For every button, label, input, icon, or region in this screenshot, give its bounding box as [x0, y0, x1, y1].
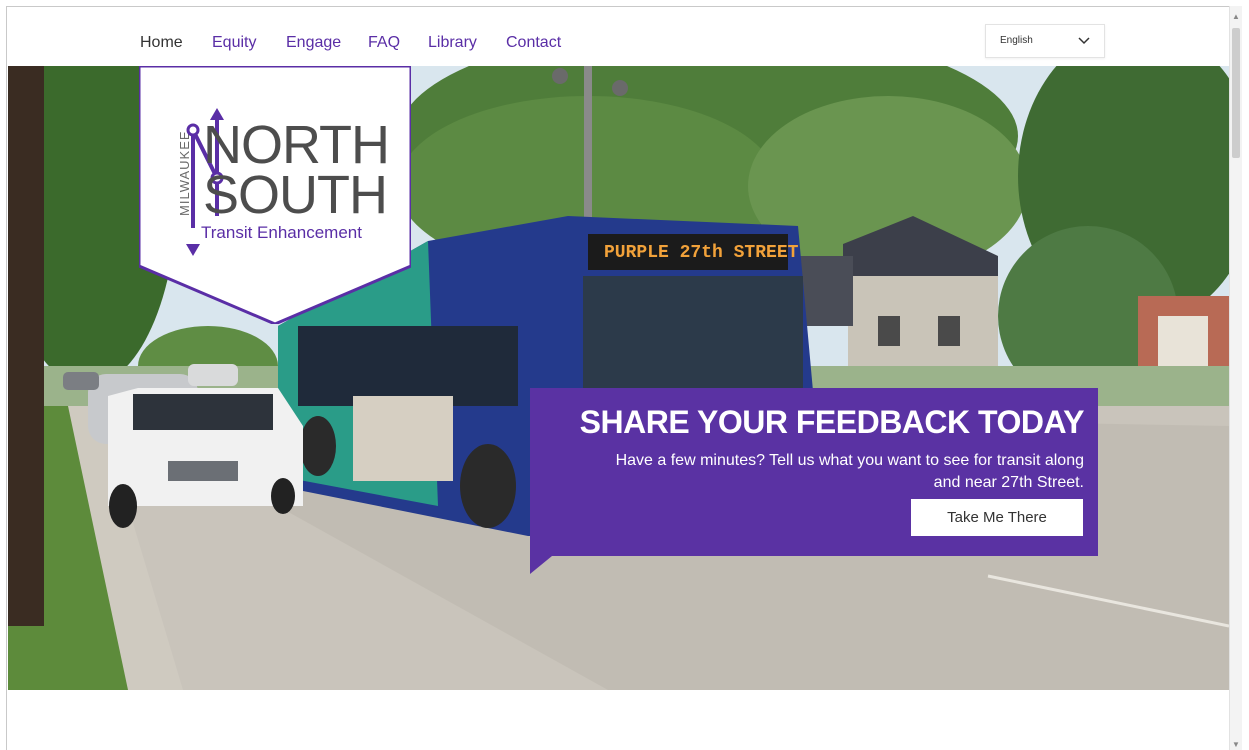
scroll-down-icon[interactable]: ▼: [1232, 740, 1240, 749]
nav-library[interactable]: Library: [428, 34, 477, 52]
logo-north: NORTH: [203, 115, 390, 175]
feedback-callout: SHARE YOUR FEEDBACK TODAY Have a few min…: [530, 388, 1098, 556]
top-nav: Home Equity Engage FAQ Library Contact E…: [7, 22, 1229, 66]
north-south-logo[interactable]: MILWAUKEE NORTH SOUTH Transit Enhancemen…: [139, 66, 411, 324]
bus-destination-sign: PURPLE 27th STREET: [604, 243, 799, 263]
callout-tail: [530, 556, 552, 574]
scrollbar-thumb[interactable]: [1232, 28, 1240, 158]
feedback-headline: SHARE YOUR FEEDBACK TODAY: [579, 404, 1085, 440]
nav-engage[interactable]: Engage: [286, 34, 341, 52]
hero-banner: PURPLE 27th STREET MILWAUKEE NORTH SOUTH…: [8, 66, 1229, 690]
logo-tagline: Transit Enhancement: [201, 223, 362, 242]
chevron-down-icon: [1078, 37, 1090, 45]
nav-equity[interactable]: Equity: [212, 34, 256, 52]
language-select[interactable]: English: [985, 24, 1105, 58]
nav-home[interactable]: Home: [140, 34, 183, 52]
nav-contact[interactable]: Contact: [506, 34, 561, 52]
take-me-there-button[interactable]: Take Me There: [911, 499, 1083, 536]
language-value: English: [1000, 35, 1033, 46]
arrow-down-icon: [186, 244, 200, 256]
logo-south: SOUTH: [203, 165, 388, 225]
page-scrollbar[interactable]: ▲ ▼: [1229, 6, 1242, 750]
feedback-body: Have a few minutes? Tell us what you wan…: [615, 452, 1084, 491]
nav-faq[interactable]: FAQ: [368, 34, 400, 52]
scroll-up-icon[interactable]: ▲: [1232, 12, 1240, 21]
